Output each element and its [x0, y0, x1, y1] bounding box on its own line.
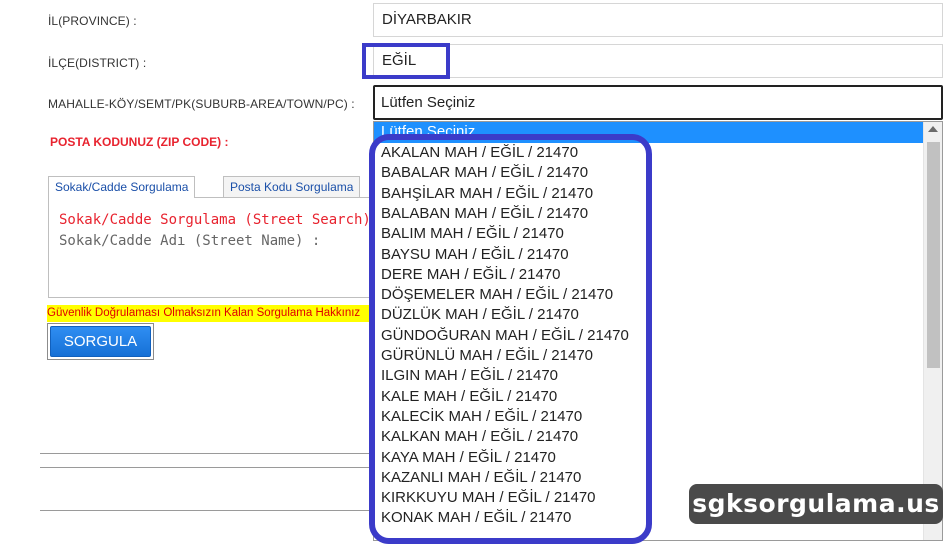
dropdown-option[interactable]: KALKAN MAH / EĞİL / 21470	[381, 428, 578, 446]
dropdown-option[interactable]: BAHŞİLAR MAH / EĞİL / 21470	[381, 185, 593, 203]
dropdown-option[interactable]: BALABAN MAH / EĞİL / 21470	[381, 205, 588, 223]
security-warning: Güvenlik Doğrulaması Olmaksızın Kalan So…	[47, 305, 377, 322]
district-label: İLÇE(DISTRICT) :	[48, 56, 147, 70]
divider-line	[40, 510, 370, 511]
dropdown-option[interactable]: KONAK MAH / EĞİL / 21470	[381, 509, 571, 527]
query-button-frame: SORGULA	[47, 323, 154, 360]
dropdown-option[interactable]: BAYSU MAH / EĞİL / 21470	[381, 246, 569, 264]
zip-code-label: POSTA KODUNUZ (ZIP CODE) :	[50, 135, 229, 149]
dropdown-scrollbar[interactable]	[923, 122, 942, 540]
dropdown-option[interactable]: GÜNDOĞURAN MAH / EĞİL / 21470	[381, 327, 629, 345]
dropdown-option[interactable]: DÜZLÜK MAH / EĞİL / 21470	[381, 306, 579, 324]
suburb-dropdown-list[interactable]: Lütfen Seçiniz AKALAN MAH / EĞİL / 21470…	[373, 121, 943, 541]
scrollbar-thumb[interactable]	[927, 142, 940, 368]
divider-line	[40, 467, 370, 468]
dropdown-option[interactable]: AKALAN MAH / EĞİL / 21470	[381, 144, 578, 162]
dropdown-option[interactable]: KALECİK MAH / EĞİL / 21470	[381, 408, 582, 426]
dropdown-option[interactable]: KAYA MAH / EĞİL / 21470	[381, 449, 556, 467]
street-name-label: Sokak/Cadde Adı (Street Name) :	[59, 233, 321, 249]
street-search-panel: Sokak/Cadde Sorgulama (Street Search) So…	[48, 197, 378, 298]
tab-zip-search[interactable]: Posta Kodu Sorgulama	[223, 176, 361, 197]
dropdown-option[interactable]: GÜRÜNLÜ MAH / EĞİL / 21470	[381, 347, 593, 365]
panel-title: Sokak/Cadde Sorgulama (Street Search)	[59, 212, 371, 228]
dropdown-option[interactable]: KAZANLI MAH / EĞİL / 21470	[381, 469, 581, 487]
suburb-select[interactable]: Lütfen Seçiniz	[373, 85, 943, 120]
tab-street-search[interactable]: Sokak/Cadde Sorgulama	[48, 176, 196, 198]
dropdown-option[interactable]: KIRKKUYU MAH / EĞİL / 21470	[381, 489, 596, 507]
dropdown-option[interactable]: KALE MAH / EĞİL / 21470	[381, 388, 557, 406]
divider-line	[40, 453, 370, 454]
scroll-up-icon[interactable]	[928, 126, 938, 132]
dropdown-option[interactable]: DÖŞEMELER MAH / EĞİL / 21470	[381, 286, 613, 304]
watermark: sgksorgulama.us	[689, 484, 943, 524]
province-field[interactable]: DİYARBAKIR	[373, 3, 943, 37]
query-button[interactable]: SORGULA	[50, 326, 151, 357]
dropdown-option[interactable]: BABALAR MAH / EĞİL / 21470	[381, 164, 588, 182]
dropdown-option[interactable]: BALIM MAH / EĞİL / 21470	[381, 225, 564, 243]
district-field[interactable]: EĞİL	[373, 44, 943, 78]
suburb-label: MAHALLE-KÖY/SEMT/PK(SUBURB-AREA/TOWN/PC)…	[48, 97, 355, 111]
dropdown-option[interactable]: DERE MAH / EĞİL / 21470	[381, 266, 561, 284]
dropdown-option[interactable]: ILGIN MAH / EĞİL / 21470	[381, 367, 558, 385]
dropdown-option-selected[interactable]: Lütfen Seçiniz	[374, 122, 924, 143]
province-label: İL(PROVINCE) :	[48, 14, 137, 28]
